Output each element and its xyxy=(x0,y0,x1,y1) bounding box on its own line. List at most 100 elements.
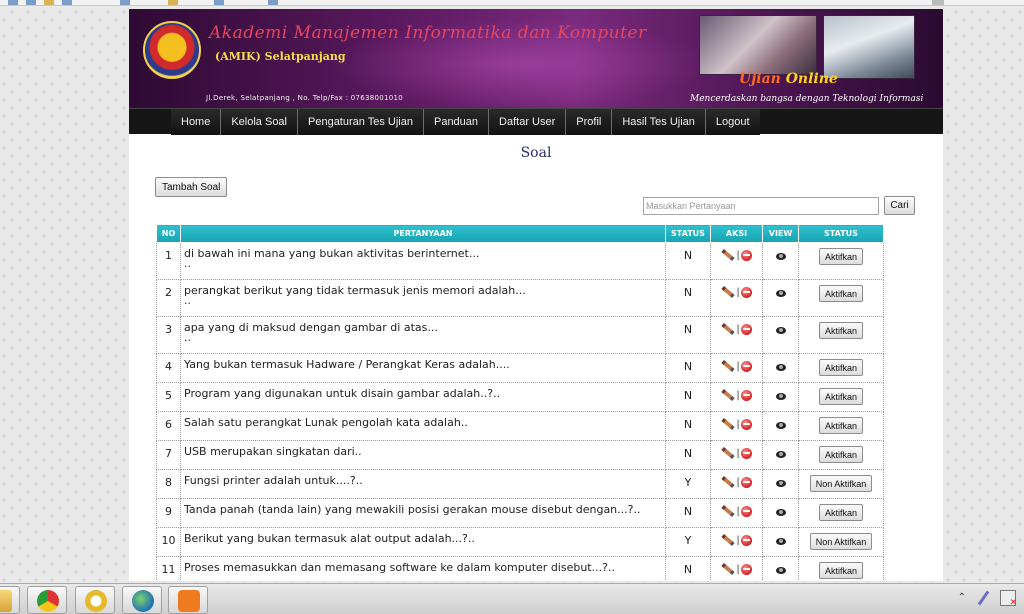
question-cell: Tanda panah (tanda lain) yang mewakili p… xyxy=(180,498,666,528)
toolbar-icon[interactable] xyxy=(62,0,72,5)
delete-icon[interactable] xyxy=(740,476,752,488)
browser-toolbar-strip xyxy=(0,0,1024,6)
toggle-status-button[interactable]: Non Aktifkan xyxy=(809,475,873,492)
question-cell: Fungsi printer adalah untuk....?.. xyxy=(180,469,666,499)
table-row: 4 Yang bukan termasuk Hadware / Perangkat… xyxy=(156,353,884,383)
view-icon[interactable] xyxy=(775,392,786,400)
tray-pen-icon[interactable] xyxy=(976,590,990,606)
action-cell: | xyxy=(710,279,763,317)
toggle-cell: Non Aktifkan xyxy=(798,527,884,557)
toggle-status-button[interactable]: Aktifkan xyxy=(818,322,863,339)
question-text: Yang bukan termasuk Hadware / Perangkat … xyxy=(184,358,510,371)
edit-icon[interactable] xyxy=(721,286,735,298)
delete-icon[interactable] xyxy=(740,563,752,575)
view-icon[interactable] xyxy=(775,421,786,429)
edit-icon[interactable] xyxy=(721,534,735,546)
col-header-toggle: STATUS xyxy=(798,224,884,243)
edit-icon[interactable] xyxy=(721,249,735,261)
delete-icon[interactable] xyxy=(740,418,752,430)
view-icon[interactable] xyxy=(775,450,786,458)
nav-item-home[interactable]: Home xyxy=(171,109,222,135)
question-text: Proses memasukkan dan memasang software … xyxy=(184,561,615,574)
tray-expand-icon[interactable]: ⌃ xyxy=(958,592,966,603)
taskbar-browser[interactable] xyxy=(122,586,162,614)
delete-icon[interactable] xyxy=(740,534,752,546)
toggle-cell: Aktifkan xyxy=(798,382,884,412)
taskbar-xampp[interactable] xyxy=(168,586,208,614)
toggle-status-button[interactable]: Aktifkan xyxy=(818,285,863,302)
nav-item-profil[interactable]: Profil xyxy=(566,109,613,135)
nav-item-panduan[interactable]: Panduan xyxy=(423,109,490,135)
delete-icon[interactable] xyxy=(740,286,752,298)
toolbar-icon[interactable] xyxy=(268,0,278,5)
edit-icon[interactable] xyxy=(721,505,735,517)
tray-network-icon[interactable] xyxy=(1000,590,1017,608)
view-icon[interactable] xyxy=(775,363,786,371)
toggle-cell: Aktifkan xyxy=(798,440,884,470)
delete-icon[interactable] xyxy=(740,505,752,517)
edit-icon[interactable] xyxy=(721,360,735,372)
edit-icon[interactable] xyxy=(721,563,735,575)
toggle-cell: Aktifkan xyxy=(798,498,884,528)
toggle-status-button[interactable]: Non Aktifkan xyxy=(809,533,873,550)
edit-icon[interactable] xyxy=(721,476,735,488)
toolbar-icon[interactable] xyxy=(214,0,224,5)
separator: | xyxy=(736,534,740,546)
col-header-no: NO xyxy=(156,224,181,243)
delete-icon[interactable] xyxy=(740,389,752,401)
toggle-status-button[interactable]: Aktifkan xyxy=(818,359,863,376)
taskbar-explorer[interactable] xyxy=(0,586,20,614)
view-icon[interactable] xyxy=(775,566,786,574)
delete-icon[interactable] xyxy=(740,360,752,372)
toggle-status-button[interactable]: Aktifkan xyxy=(818,562,863,579)
nav-item-logout[interactable]: Logout xyxy=(705,109,760,135)
view-icon[interactable] xyxy=(775,252,786,260)
campus-logo-icon xyxy=(143,21,201,79)
separator: | xyxy=(736,360,740,372)
action-cell: | xyxy=(710,440,763,470)
toggle-status-button[interactable]: Aktifkan xyxy=(818,504,863,521)
nav-item-kelola-soal[interactable]: Kelola Soal xyxy=(221,109,298,135)
toggle-status-button[interactable]: Aktifkan xyxy=(818,446,863,463)
question-text: Tanda panah (tanda lain) yang mewakili p… xyxy=(184,503,641,516)
action-cell: | xyxy=(710,556,763,581)
taskbar-opera[interactable] xyxy=(75,586,115,614)
edit-icon[interactable] xyxy=(721,389,735,401)
view-icon[interactable] xyxy=(775,537,786,545)
question-cell: di bawah ini mana yang bukan aktivitas b… xyxy=(180,242,666,280)
delete-icon[interactable] xyxy=(740,249,752,261)
view-icon[interactable] xyxy=(775,508,786,516)
view-icon[interactable] xyxy=(775,479,786,487)
search-input[interactable] xyxy=(643,197,879,215)
toolbar-icon[interactable] xyxy=(44,0,54,5)
toolbar-icon[interactable] xyxy=(120,0,130,5)
delete-icon[interactable] xyxy=(740,323,752,335)
toolbar-icon[interactable] xyxy=(168,0,178,5)
add-question-button[interactable]: Tambah Soal xyxy=(155,177,228,197)
edit-icon[interactable] xyxy=(721,418,735,430)
slogan: Mencerdaskan bangsa dengan Teknologi Inf… xyxy=(690,94,924,104)
table-row: 3 apa yang di maksud dengan gambar di ata… xyxy=(156,316,884,354)
delete-icon[interactable] xyxy=(740,447,752,459)
toggle-status-button[interactable]: Aktifkan xyxy=(818,417,863,434)
view-icon[interactable] xyxy=(775,326,786,334)
view-icon[interactable] xyxy=(775,289,786,297)
toolbar-icon[interactable] xyxy=(8,0,18,5)
toggle-status-button[interactable]: Aktifkan xyxy=(818,388,863,405)
nav-item-hasil-tes[interactable]: Hasil Tes Ujian xyxy=(612,109,706,135)
edit-icon[interactable] xyxy=(721,323,735,335)
view-cell xyxy=(762,469,799,499)
search-button[interactable]: Cari xyxy=(884,196,915,215)
toolbar-icon[interactable] xyxy=(26,0,36,5)
site-title: Akademi Manajemen Informatika dan Komput… xyxy=(209,23,647,43)
separator: | xyxy=(736,389,740,401)
toggle-status-button[interactable]: Aktifkan xyxy=(818,248,863,265)
globe-icon xyxy=(132,590,154,612)
nav-item-daftar-user[interactable]: Daftar User xyxy=(489,109,567,135)
folder-icon xyxy=(0,590,12,612)
opera-icon xyxy=(85,590,107,612)
nav-item-pengaturan-tes[interactable]: Pengaturan Tes Ujian xyxy=(298,109,424,135)
taskbar-chrome[interactable] xyxy=(27,586,67,614)
scroll-icon[interactable] xyxy=(932,0,944,5)
edit-icon[interactable] xyxy=(721,447,735,459)
